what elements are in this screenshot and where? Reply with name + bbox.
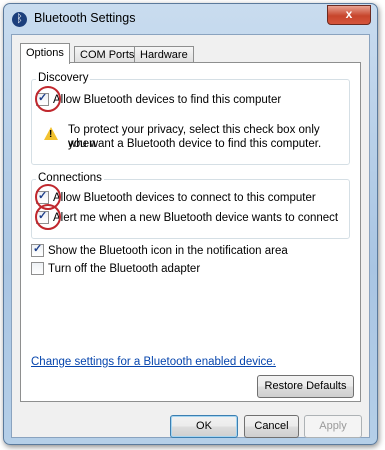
turn-off-label: Turn off the Bluetooth adapter <box>48 262 201 275</box>
title-bar[interactable]: ᛒ Bluetooth Settings x <box>4 4 377 34</box>
show-icon-label: Show the Bluetooth icon in the notificat… <box>48 244 288 257</box>
bluetooth-settings-dialog: ᛒ Bluetooth Settings x Options COM Ports… <box>3 3 378 445</box>
dialog-body: Options COM Ports Hardware Discovery All… <box>11 34 370 438</box>
discovery-group-label: Discovery <box>36 72 91 84</box>
cancel-button[interactable]: Cancel <box>244 415 299 438</box>
connections-group-label: Connections <box>36 172 104 184</box>
ok-button[interactable]: OK <box>170 415 238 438</box>
annotation-circle <box>35 86 61 112</box>
alert-new-label: Alert me when a new Bluetooth device wan… <box>53 211 339 224</box>
turn-off-row[interactable]: Turn off the Bluetooth adapter <box>31 262 200 275</box>
window-title: Bluetooth Settings <box>34 11 136 25</box>
annotation-circle <box>35 204 61 230</box>
options-panel: Discovery Allow Bluetooth devices to fin… <box>20 62 361 402</box>
connections-group: Connections Allow Bluetooth devices to c… <box>31 172 350 239</box>
tab-hardware[interactable]: Hardware <box>134 46 194 63</box>
discovery-group: Discovery Allow Bluetooth devices to fin… <box>31 72 350 165</box>
restore-defaults-button[interactable]: Restore Defaults <box>257 375 354 398</box>
allow-find-row[interactable]: Allow Bluetooth devices to find this com… <box>36 91 282 106</box>
allow-connect-label: Allow Bluetooth devices to connect to th… <box>53 191 316 204</box>
allow-connect-row[interactable]: Allow Bluetooth devices to connect to th… <box>36 189 316 204</box>
allow-find-label: Allow Bluetooth devices to find this com… <box>53 93 282 106</box>
change-settings-link[interactable]: Change settings for a Bluetooth enabled … <box>31 356 276 368</box>
show-icon-row[interactable]: Show the Bluetooth icon in the notificat… <box>31 242 288 257</box>
privacy-warning-line2: you want a Bluetooth device to find this… <box>68 138 322 150</box>
turn-off-checkbox[interactable] <box>31 262 44 275</box>
warning-exclamation: ! <box>49 129 53 140</box>
tab-options[interactable]: Options <box>20 43 70 64</box>
close-button[interactable]: x <box>327 5 371 25</box>
apply-button[interactable]: Apply <box>304 415 362 438</box>
alert-new-row[interactable]: Alert me when a new Bluetooth device wan… <box>36 209 339 224</box>
show-icon-checkbox[interactable] <box>31 242 44 257</box>
bluetooth-icon: ᛒ <box>12 12 27 27</box>
tab-com-ports[interactable]: COM Ports <box>74 46 141 63</box>
